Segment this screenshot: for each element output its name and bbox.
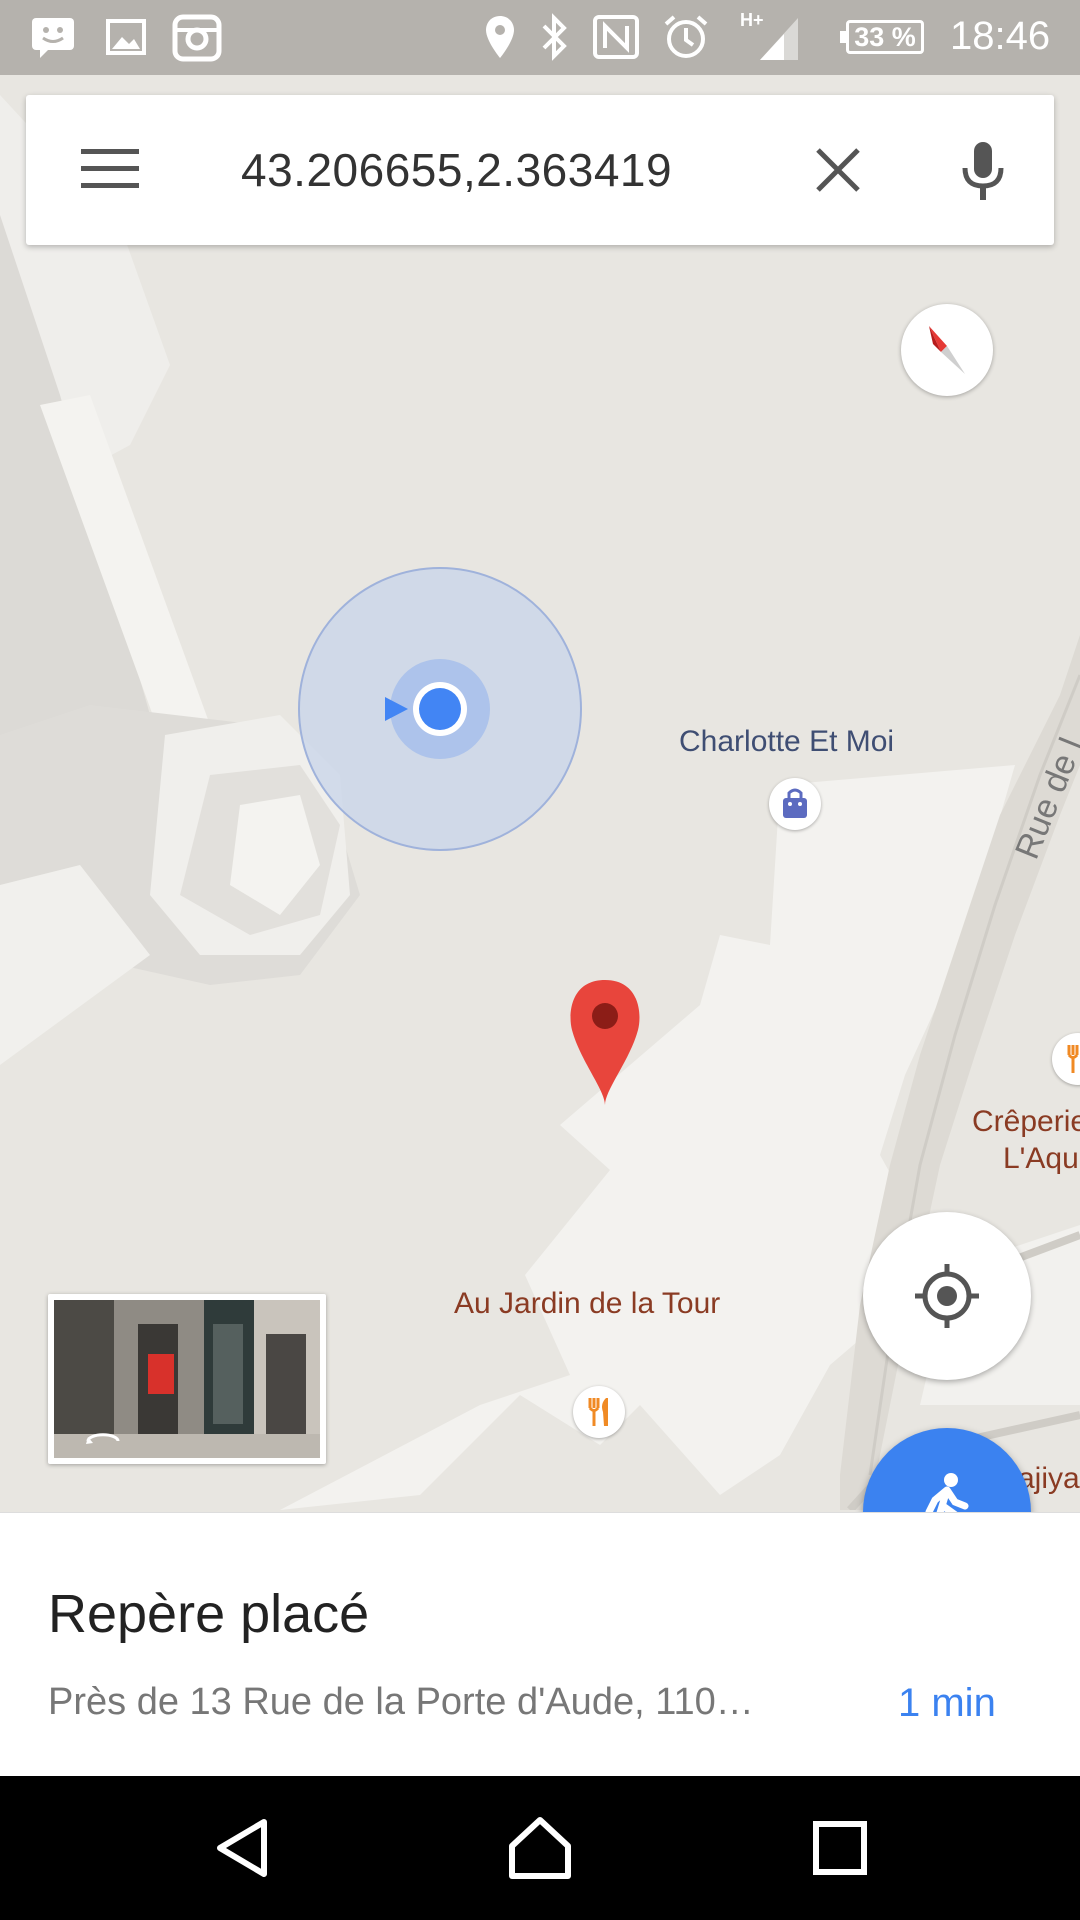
compass-icon [929, 326, 965, 374]
compass-button[interactable] [901, 304, 993, 396]
back-icon[interactable] [212, 1818, 272, 1878]
hamburger-menu-icon[interactable] [81, 147, 139, 191]
nfc-icon [593, 15, 639, 59]
chat-notification-icon [32, 18, 74, 58]
place-details-sheet[interactable]: Repère placé Près de 13 Rue de la Porte … [0, 1512, 1080, 1777]
navigation-bar [0, 1776, 1080, 1920]
restaurant-icon[interactable] [573, 1386, 625, 1438]
restaurant-icon[interactable] [1052, 1033, 1080, 1085]
shopping-bag-icon[interactable] [769, 778, 821, 830]
search-input[interactable]: 43.206655,2.363419 [241, 95, 672, 245]
status-bar: H+ 33 % 18:46 [0, 0, 1080, 75]
location-icon [486, 16, 514, 58]
alarm-icon [664, 15, 708, 58]
crosshair-icon [915, 1264, 979, 1328]
poi-label-charlotte-et-moi[interactable]: Charlotte Et Moi [679, 725, 894, 759]
place-title: Repère placé [48, 1584, 370, 1644]
home-icon[interactable] [508, 1816, 572, 1880]
signal-hplus-icon: H+ [740, 10, 798, 60]
street-view-image [54, 1300, 320, 1458]
poi-label-creperie[interactable]: Crêperie [972, 1105, 1080, 1139]
svg-text:H+: H+ [740, 10, 764, 30]
microphone-icon[interactable] [960, 140, 1006, 202]
poi-label-au-jardin-de-la-tour[interactable]: Au Jardin de la Tour [454, 1287, 720, 1321]
my-location-indicator [298, 567, 582, 851]
close-icon[interactable] [816, 148, 860, 192]
street-view-thumbnail[interactable] [48, 1294, 326, 1464]
my-location-button[interactable] [863, 1212, 1031, 1380]
poi-label-creperie-line2[interactable]: L'Aqu [1003, 1142, 1079, 1176]
battery-icon: 33 % [840, 20, 924, 54]
bluetooth-icon [542, 13, 567, 61]
recents-icon[interactable] [812, 1820, 868, 1876]
travel-time[interactable]: 1 min [898, 1681, 996, 1726]
gallery-icon [106, 19, 146, 55]
instagram-icon [172, 14, 222, 62]
search-bar[interactable]: 43.206655,2.363419 [26, 95, 1054, 245]
clock: 18:46 [950, 14, 1051, 58]
place-address: Près de 13 Rue de la Porte d'Aude, 110… [48, 1681, 754, 1723]
